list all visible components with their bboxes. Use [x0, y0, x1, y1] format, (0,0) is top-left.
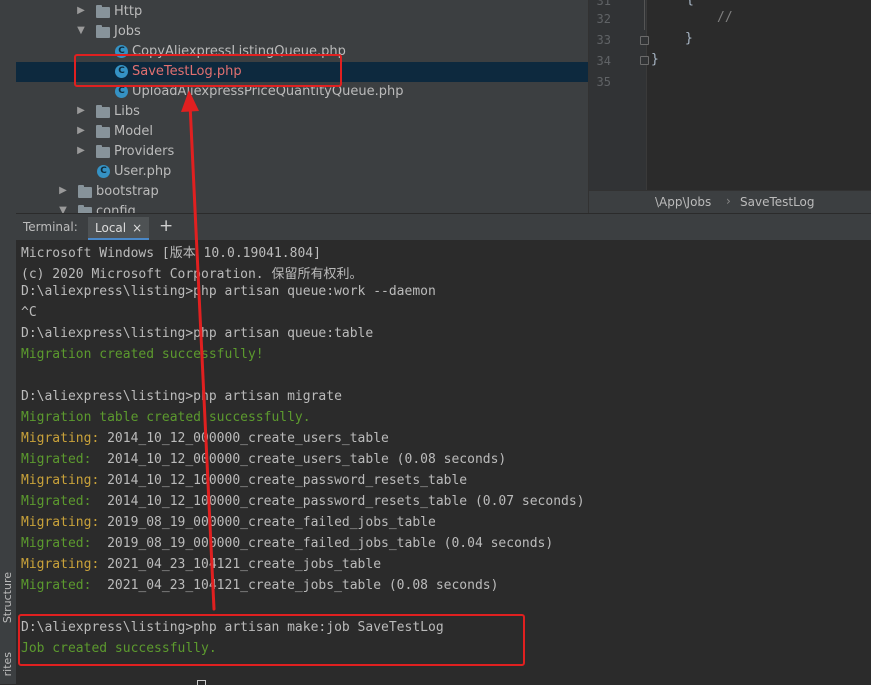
terminal-line: Migrated: 2019_08_19_000000_create_faile… [21, 536, 553, 557]
terminal-line: Migrated: 2021_04_23_104121_create_jobs_… [21, 578, 498, 599]
breadcrumb-namespace[interactable]: \App\Jobs [655, 195, 711, 209]
highlight-box-file [74, 54, 342, 87]
line-number: 32 [596, 12, 611, 26]
migration-name: 2019_08_19_000000_create_failed_jobs_tab… [107, 536, 554, 551]
line-number: 33 [596, 33, 611, 47]
close-icon[interactable]: × [132, 221, 142, 235]
migrated-label: Migrated: [21, 536, 108, 551]
migration-name: 2014_10_12_100000_create_password_resets… [107, 494, 585, 509]
line-number: 35 [596, 75, 611, 89]
terminal-tab-label: Local [95, 221, 127, 235]
terminal-line: Migration created successfully! [21, 347, 264, 362]
tree-item-user[interactable]: C User.php [16, 162, 588, 182]
tree-item-http[interactable]: ▶ Http [16, 2, 588, 22]
tree-item-label: Providers [114, 144, 175, 159]
structure-tool-tab[interactable]: Structure [1, 572, 15, 623]
migrating-label: Migrating: [21, 473, 108, 488]
terminal-line: ^C [21, 305, 37, 320]
migrating-label: Migrating: [21, 515, 108, 530]
php-class-icon: C [97, 165, 110, 178]
tree-item-label: bootstrap [96, 184, 159, 199]
line-number: 31 [596, 0, 611, 8]
migration-name: 2021_04_23_104121_create_jobs_table (0.0… [107, 578, 499, 593]
folder-icon [96, 125, 110, 138]
terminal-line: Microsoft Windows [版本 10.0.19041.804] [21, 246, 321, 261]
tree-item-model[interactable]: ▶ Model [16, 122, 588, 142]
highlight-box-command [18, 614, 525, 666]
terminal-tab-local[interactable]: Local × [88, 217, 150, 241]
line-number: 34 [596, 54, 611, 68]
tree-item-providers[interactable]: ▶ Providers [16, 142, 588, 162]
chevron-down-icon[interactable]: ▼ [76, 25, 86, 36]
chevron-right-icon[interactable]: ▶ [76, 5, 86, 16]
chevron-right-icon: › [726, 194, 731, 208]
migration-name: 2021_04_23_104121_create_jobs_table [107, 557, 382, 572]
code-line: { [686, 0, 694, 7]
fold-guide [644, 0, 645, 30]
code-line: // [717, 10, 733, 25]
terminal-line: D:\aliexpress\listing>php artisan migrat… [21, 389, 342, 404]
terminal-cursor [197, 680, 206, 685]
terminal-line: Migrating: 2014_10_12_000000_create_user… [21, 431, 389, 452]
project-tree: ▶ Http ▼ Jobs C CopyAliexpressListingQue… [16, 0, 588, 213]
code-editor[interactable]: 31 32 33 34 35 { // } } [588, 0, 871, 190]
favorites-tool-tab[interactable]: rites [1, 652, 15, 676]
terminal-line: Migrated: 2014_10_12_100000_create_passw… [21, 494, 585, 515]
migrating-label: Migrating: [21, 431, 108, 446]
folder-icon [96, 25, 110, 38]
terminal-line: D:\aliexpress\listing>php artisan queue:… [21, 326, 374, 341]
fold-marker-icon[interactable] [640, 36, 649, 45]
chevron-down-icon[interactable]: ▼ [58, 205, 68, 213]
migration-name: 2014_10_12_100000_create_password_resets… [107, 473, 468, 488]
tree-item-jobs[interactable]: ▼ Jobs [16, 22, 588, 42]
chevron-right-icon[interactable]: ▶ [76, 105, 86, 116]
migrated-label: Migrated: [21, 494, 108, 509]
tree-item-label: Jobs [114, 24, 141, 39]
folder-icon [96, 5, 110, 18]
tree-item-label: config [96, 204, 136, 213]
folder-icon [96, 105, 110, 118]
terminal-header: Terminal: Local × + [16, 213, 871, 241]
terminal-line: Migrating: 2021_04_23_104121_create_jobs… [21, 557, 381, 578]
tree-item-label: Model [114, 124, 154, 139]
migration-name: 2014_10_12_000000_create_users_table (0.… [107, 452, 507, 467]
tree-item-config[interactable]: ▼ config [16, 202, 588, 213]
folder-icon [96, 145, 110, 158]
code-line: } [685, 31, 693, 46]
migrating-label: Migrating: [21, 557, 108, 572]
line-number-gutter: 31 32 33 34 35 [589, 0, 649, 190]
chevron-right-icon[interactable]: ▶ [58, 185, 68, 196]
chevron-right-icon[interactable]: ▶ [76, 125, 86, 136]
terminal-title: Terminal: [23, 220, 78, 234]
tree-item-libs[interactable]: ▶ Libs [16, 102, 588, 122]
breadcrumb: \App\Jobs › SaveTestLog [588, 190, 871, 214]
terminal-line: D:\aliexpress\listing>php artisan queue:… [21, 284, 436, 299]
breadcrumb-class[interactable]: SaveTestLog [740, 195, 815, 209]
terminal-line: Migrating: 2019_08_19_000000_create_fail… [21, 515, 436, 536]
tree-item-label: Http [114, 4, 143, 19]
migrated-label: Migrated: [21, 452, 108, 467]
left-tool-strip: Structure rites [0, 0, 17, 684]
tree-item-bootstrap[interactable]: ▶ bootstrap [16, 182, 588, 202]
terminal-line: Migrated: 2014_10_12_000000_create_users… [21, 452, 506, 473]
code-line: } [651, 52, 659, 67]
terminal-line: (c) 2020 Microsoft Corporation. 保留所有权利。 [21, 267, 363, 282]
migrated-label: Migrated: [21, 578, 108, 593]
migration-name: 2014_10_12_000000_create_users_table [107, 431, 389, 446]
chevron-right-icon[interactable]: ▶ [76, 145, 86, 156]
tree-item-label: Libs [114, 104, 140, 119]
terminal-line: Migration table created successfully. [21, 410, 311, 425]
add-terminal-tab-button[interactable]: + [159, 216, 173, 236]
migration-name: 2019_08_19_000000_create_failed_jobs_tab… [107, 515, 436, 530]
fold-marker-icon[interactable] [640, 56, 649, 65]
tree-item-label: User.php [114, 164, 172, 179]
folder-icon [78, 185, 92, 198]
terminal-line: Migrating: 2014_10_12_100000_create_pass… [21, 473, 467, 494]
